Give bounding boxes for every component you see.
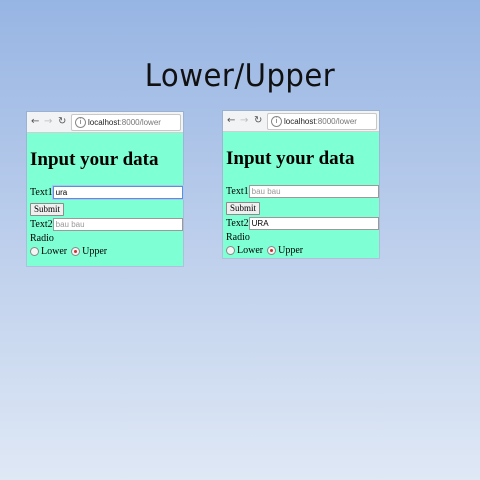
forward-arrow-icon[interactable]: →: [240, 114, 248, 128]
back-arrow-icon[interactable]: ←: [227, 114, 235, 128]
radio-lower[interactable]: [30, 247, 39, 256]
back-arrow-icon[interactable]: ←: [31, 115, 39, 129]
text1-input[interactable]: ura: [52, 185, 183, 199]
text2-input[interactable]: URA: [248, 216, 379, 230]
radio-group: Lower Upper: [226, 245, 379, 256]
page-content: Input your data Text1 bau bau Submit Tex…: [223, 148, 379, 256]
reload-icon[interactable]: ↻: [254, 114, 262, 128]
info-icon[interactable]: i: [75, 117, 86, 129]
page-heading: Input your data: [226, 148, 355, 169]
page-heading: Input your data: [30, 149, 159, 170]
radio-lower-label: Lower: [237, 245, 264, 256]
text2-label: Text2: [226, 217, 249, 229]
url-path: :8000/lower: [119, 118, 161, 127]
submit-button[interactable]: Submit: [226, 202, 261, 215]
browser-toolbar: ← → ↻ i localhost:8000/lower: [223, 111, 379, 132]
browser-toolbar: ← → ↻ i localhost:8000/lower: [27, 112, 183, 133]
text2-row: Text2 URA: [226, 216, 379, 230]
address-bar[interactable]: i localhost:8000/lower: [267, 113, 377, 130]
url-host: localhost: [284, 117, 316, 126]
radio-lower[interactable]: [226, 246, 235, 255]
text1-row: Text1 ura: [30, 185, 183, 199]
radio-label: Radio: [30, 232, 54, 244]
radio-group: Lower Upper: [30, 246, 183, 257]
forward-arrow-icon[interactable]: →: [44, 115, 52, 129]
radio-label: Radio: [226, 231, 250, 243]
address-bar[interactable]: i localhost:8000/lower: [71, 114, 181, 131]
browser-window-left: ← → ↻ i localhost:8000/lower Input your d…: [27, 112, 183, 266]
radio-upper-label: Upper: [278, 245, 304, 256]
radio-upper[interactable]: [267, 246, 277, 255]
text2-label: Text2: [30, 218, 53, 230]
submit-button[interactable]: Submit: [30, 203, 65, 216]
text1-input[interactable]: bau bau: [248, 184, 379, 198]
url-host: localhost: [88, 118, 120, 127]
text1-label: Text1: [226, 185, 249, 197]
page-content: Input your data Text1 ura Submit Text2 b…: [27, 149, 183, 257]
radio-lower-label: Lower: [41, 246, 68, 257]
text2-input[interactable]: bau bau: [52, 217, 183, 231]
info-icon[interactable]: i: [271, 116, 282, 128]
url-path: :8000/lower: [315, 117, 357, 126]
slide-title: Lower/Upper: [144, 58, 336, 94]
text1-row: Text1 bau bau: [226, 184, 379, 198]
browser-window-right: ← → ↻ i localhost:8000/lower Input your d…: [223, 111, 379, 258]
reload-icon[interactable]: ↻: [58, 115, 66, 129]
radio-upper-label: Upper: [82, 246, 108, 257]
radio-upper[interactable]: [71, 247, 81, 256]
text1-label: Text1: [30, 186, 53, 198]
text2-row: Text2 bau bau: [30, 217, 183, 231]
